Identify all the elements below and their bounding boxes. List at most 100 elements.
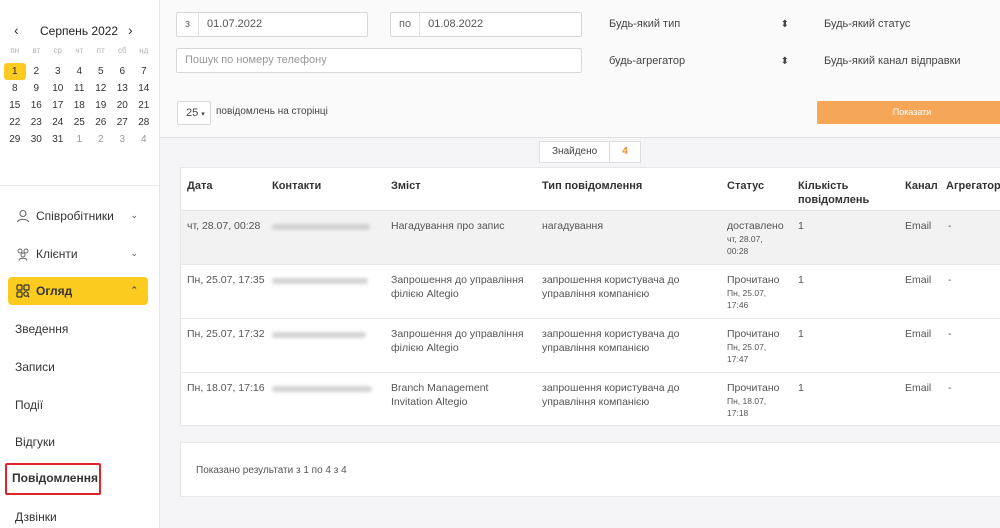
calendar-day[interactable]: 5 (90, 63, 112, 80)
calendar-day[interactable]: 26 (90, 114, 112, 131)
cell-date: чт, 28.07, 00:28 (187, 220, 261, 232)
sidebar-item-label: Співробітники (36, 209, 114, 223)
weekday: ср (53, 46, 62, 55)
cell-status: Прочитано (727, 274, 780, 286)
column-header-channel[interactable]: Канал (905, 179, 938, 193)
date-from-field[interactable]: з 01.07.2022 (176, 12, 368, 37)
chevron-down-icon: ⌄ (130, 210, 138, 220)
cell-channel: Email (905, 274, 932, 286)
cell-contact-blurred (272, 278, 368, 284)
cell-contact-blurred (272, 332, 366, 338)
calendar-day[interactable]: 12 (90, 80, 112, 97)
column-header-date[interactable]: Дата (187, 179, 212, 193)
cell-count: 1 (798, 328, 804, 340)
type-select[interactable]: Будь-який тип ⬍ (609, 12, 797, 37)
calendar-week: 22 23 24 25 26 27 28 (4, 114, 156, 131)
calendar-day-selected[interactable]: 1 (4, 63, 26, 80)
calendar-day[interactable]: 2 (26, 63, 48, 80)
type-select-value: Будь-який тип (609, 18, 681, 30)
cell-content: Нагадування про запис (391, 220, 505, 232)
sidebar-item-staff[interactable]: Співробітники ⌄ (8, 202, 148, 230)
cell-content: Запрошення до управління філією Altegio (391, 274, 524, 300)
calendar-day[interactable]: 30 (26, 131, 48, 148)
filters-panel: з 01.07.2022 по 01.08.2022 Будь-який тип ⬍… (160, 0, 1000, 138)
column-header-count[interactable]: Кількість повідомлень (798, 179, 878, 207)
calendar-day-next-month[interactable]: 3 (112, 131, 134, 148)
table-row[interactable]: Пн, 25.07, 17:32 Запрошення до управлінн… (181, 319, 1000, 373)
sidebar-subitem-calls[interactable]: Дзвінки (8, 502, 148, 528)
sidebar-subitem-records[interactable]: Записи (8, 352, 148, 382)
found-counter: Знайдено 4 (539, 141, 641, 163)
weekday: сб (117, 46, 127, 55)
calendar-day[interactable]: 27 (112, 114, 134, 131)
calendar-day[interactable]: 19 (90, 97, 112, 114)
cell-type: запрошення користувача до управління ком… (542, 328, 680, 354)
calendar-day[interactable]: 13 (112, 80, 134, 97)
column-header-contacts[interactable]: Контакти (272, 179, 321, 193)
calendar-grid: пн вт ср чт пт сб нд 1 2 3 4 5 6 7 8 9 1… (4, 45, 156, 148)
calendar-day[interactable]: 9 (26, 80, 48, 97)
calendar-next-button[interactable]: › (128, 22, 133, 38)
calendar-day[interactable]: 20 (112, 97, 134, 114)
calendar-day[interactable]: 23 (26, 114, 48, 131)
sidebar-subitem-reviews[interactable]: Відгуки (8, 427, 148, 457)
sidebar-subitem-events[interactable]: Події (8, 390, 148, 420)
sidebar-item-overview[interactable]: Огляд ⌃ (8, 277, 148, 305)
cell-channel: Email (905, 220, 932, 232)
sidebar-item-label: Огляд (36, 284, 73, 298)
calendar-week: 29 30 31 1 2 3 4 (4, 131, 156, 148)
calendar-day[interactable]: 8 (4, 80, 26, 97)
calendar-day[interactable]: 25 (69, 114, 91, 131)
date-to-field[interactable]: по 01.08.2022 (390, 12, 582, 37)
calendar-prev-button[interactable]: ‹ (14, 22, 19, 38)
calendar-day[interactable]: 22 (4, 114, 26, 131)
calendar-day[interactable]: 18 (69, 97, 91, 114)
channel-select[interactable]: Будь-який канал відправки (824, 49, 1000, 74)
calendar-day[interactable]: 14 (133, 80, 155, 97)
aggregator-select-value: будь-агрегатор (609, 55, 686, 67)
calendar-day[interactable]: 7 (133, 63, 155, 80)
calendar-day[interactable]: 24 (47, 114, 69, 131)
sidebar-subitem-messages[interactable]: Повідомлення (5, 463, 101, 495)
calendar-day[interactable]: 3 (47, 63, 69, 80)
table-row[interactable]: Пн, 25.07, 17:35 Запрошення до управлінн… (181, 265, 1000, 319)
column-header-content[interactable]: Зміст (391, 179, 421, 193)
aggregator-select[interactable]: будь-агрегатор ⬍ (609, 49, 797, 74)
weekday: пт (96, 46, 105, 55)
calendar-day-next-month[interactable]: 4 (133, 131, 155, 148)
calendar-day[interactable]: 15 (4, 97, 26, 114)
calendar-day[interactable]: 11 (69, 80, 91, 97)
column-header-type[interactable]: Тип повідомлення (542, 179, 642, 193)
select-arrows-icon: ⬍ (780, 56, 789, 67)
calendar-day[interactable]: 10 (47, 80, 69, 97)
calendar-day-next-month[interactable]: 1 (69, 131, 91, 148)
calendar-day[interactable]: 28 (133, 114, 155, 131)
cell-channel: Email (905, 328, 932, 340)
calendar-day[interactable]: 17 (47, 97, 69, 114)
calendar-header: ‹ Серпень 2022 › (0, 22, 160, 40)
table-row[interactable]: чт, 28.07, 00:28 Нагадування про запис н… (181, 211, 1000, 265)
calendar-day[interactable]: 16 (26, 97, 48, 114)
sidebar-subitem-summary[interactable]: Зведення (8, 314, 148, 344)
cell-status: доставлено (727, 220, 784, 232)
sidebar-item-clients[interactable]: Клієнти ⌄ (8, 240, 148, 268)
column-header-aggregator[interactable]: Агрегатор (946, 179, 1000, 193)
calendar-day-next-month[interactable]: 2 (90, 131, 112, 148)
table-row[interactable]: Пн, 18.07, 17:16 Branch Management Invit… (181, 373, 1000, 425)
calendar-week: 8 9 10 11 12 13 14 (4, 80, 156, 97)
calendar-day[interactable]: 31 (47, 131, 69, 148)
column-header-status[interactable]: Статус (727, 179, 764, 193)
phone-search-input[interactable]: Пошук по номеру телефону (176, 48, 582, 73)
per-page-select[interactable]: 25 ▾ (177, 101, 211, 125)
calendar-day[interactable]: 21 (133, 97, 155, 114)
status-select[interactable]: Будь-який статус (824, 12, 1000, 37)
calendar-day[interactable]: 29 (4, 131, 26, 148)
show-button[interactable]: Показати (817, 101, 1000, 124)
results-summary-text: Показано результати з 1 по 4 з 4 (196, 465, 347, 476)
chevron-down-icon: ⌄ (130, 248, 138, 258)
calendar-day[interactable]: 4 (69, 63, 91, 80)
calendar-week: 1 2 3 4 5 6 7 (4, 63, 156, 80)
calendar-day[interactable]: 6 (112, 63, 134, 80)
date-to-prefix: по (391, 13, 421, 36)
grid-search-icon (16, 284, 30, 298)
